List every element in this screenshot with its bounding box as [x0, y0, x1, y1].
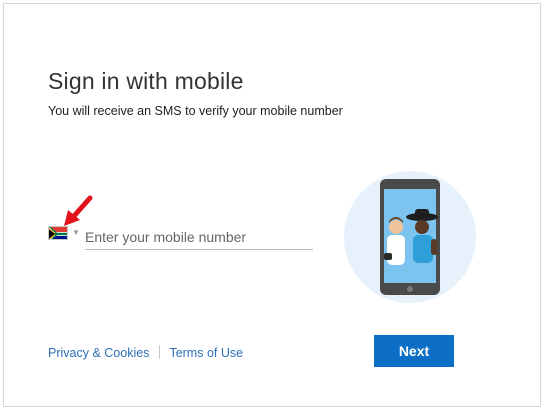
mobile-number-input[interactable] [85, 226, 313, 250]
privacy-cookies-link[interactable]: Privacy & Cookies [48, 346, 149, 360]
mobile-illustration [344, 171, 476, 303]
country-flag-icon[interactable] [48, 226, 68, 240]
page-title: Sign in with mobile [48, 68, 244, 94]
terms-of-use-link[interactable]: Terms of Use [169, 346, 243, 360]
footer-links: Privacy & Cookies Terms of Use [48, 345, 243, 360]
page-subtitle: You will receive an SMS to verify your m… [48, 104, 343, 118]
country-dropdown-chevron-icon[interactable]: ▼ [72, 228, 80, 237]
footer-divider [159, 345, 161, 359]
annotation-arrow-icon [64, 195, 93, 226]
next-button[interactable]: Next [374, 335, 454, 367]
signin-card: Sign in with mobile You will receive an … [3, 3, 541, 407]
